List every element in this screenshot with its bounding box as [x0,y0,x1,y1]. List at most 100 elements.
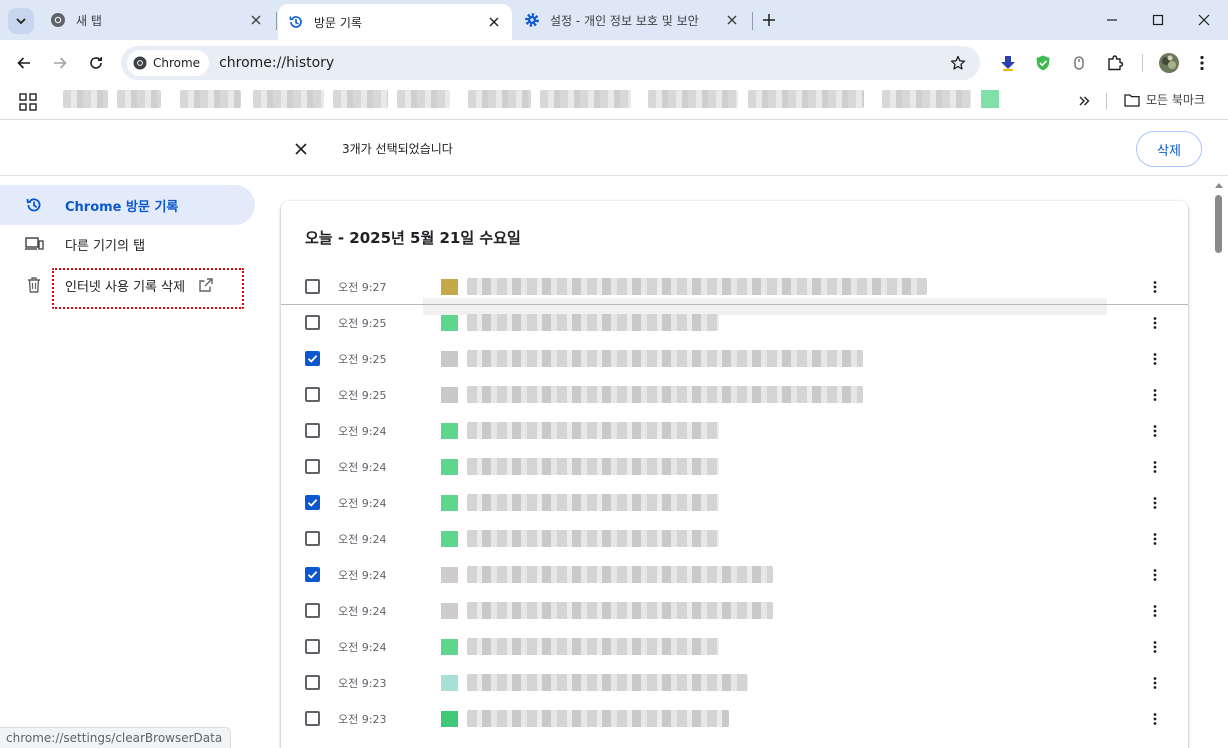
bookmark-item[interactable] [397,90,450,108]
row-checkbox[interactable] [305,531,320,546]
row-checkbox[interactable] [305,603,320,618]
history-row[interactable]: 오전 9:25 [281,341,1188,377]
history-row[interactable]: 오전 9:24 [281,557,1188,593]
row-menu-button[interactable] [1147,459,1163,475]
page-title-redacted[interactable] [467,710,729,727]
tab-search-button[interactable] [8,8,34,34]
site-info-chip[interactable]: Chrome [127,50,210,76]
apps-grid-icon[interactable] [18,92,38,112]
page-title-redacted[interactable] [467,566,773,583]
history-row[interactable]: 오전 9:24 [281,593,1188,629]
scrollbar-track[interactable] [1212,176,1226,748]
page-title-redacted[interactable] [467,458,719,475]
extension-shield-button[interactable] [1031,51,1055,75]
row-checkbox[interactable] [305,711,320,726]
row-checkbox[interactable] [305,387,320,402]
all-bookmarks-button[interactable]: 모든 북마크 [1124,91,1205,108]
bookmarks-overflow-button[interactable] [1075,92,1093,110]
maximize-button[interactable] [1144,6,1172,34]
tab-history[interactable]: 방문 기록 [278,4,512,40]
url-text[interactable]: chrome://history [219,55,334,71]
row-checkbox[interactable] [305,639,320,654]
bookmark-star-button[interactable] [948,53,968,73]
row-checkbox[interactable] [305,459,320,474]
page-title-redacted[interactable] [467,494,719,511]
tab-settings[interactable]: 설정 - 개인 정보 보호 및 보안 [514,4,750,36]
row-menu-button[interactable] [1147,639,1163,655]
close-icon[interactable] [724,12,740,28]
clear-selection-button[interactable] [290,138,312,160]
bookmark-item[interactable] [648,90,738,108]
page-title-redacted[interactable] [467,602,773,619]
bookmark-item[interactable] [63,90,108,108]
back-button[interactable] [10,49,38,77]
row-checkbox[interactable] [305,495,320,510]
bookmark-item[interactable] [468,90,531,108]
row-menu-button[interactable] [1147,315,1163,331]
minimize-button[interactable] [1098,6,1126,34]
history-row[interactable]: 오전 9:23 [281,701,1188,737]
page-title-redacted[interactable] [467,350,863,367]
profile-avatar[interactable] [1157,51,1181,75]
bookmark-item[interactable] [333,90,388,108]
extensions-button[interactable] [1103,51,1127,75]
history-row[interactable]: 오전 9:24 [281,449,1188,485]
new-tab-button[interactable] [758,9,780,31]
history-row[interactable]: 오전 9:24 [281,629,1188,665]
row-menu-button[interactable] [1147,531,1163,547]
scroll-up-button[interactable] [1213,179,1225,191]
delete-button[interactable]: 삭제 [1136,131,1202,167]
page-title-redacted[interactable] [467,278,927,295]
scrollbar-thumb[interactable] [1215,195,1222,253]
history-row[interactable]: 오전 9:24 [281,521,1188,557]
omnibox[interactable]: Chrome chrome://history [121,46,980,80]
sidebar-item-history[interactable]: Chrome 방문 기록 [0,185,255,225]
row-checkbox[interactable] [305,567,320,582]
close-icon [1198,14,1210,26]
page-title-redacted[interactable] [467,314,719,331]
row-checkbox[interactable] [305,351,320,366]
extension-mouse-button[interactable] [1067,51,1091,75]
bookmark-item[interactable] [748,90,864,108]
tab-new-tab[interactable]: 새 탭 [40,4,274,36]
history-row[interactable]: 오전 9:27 [281,269,1188,305]
bookmark-item[interactable] [882,90,971,108]
page-title-redacted[interactable] [467,674,748,691]
bookmark-favicon[interactable] [981,90,999,108]
history-row[interactable]: 오전 9:24 [281,413,1188,449]
row-menu-button[interactable] [1147,675,1163,691]
forward-button[interactable] [46,49,74,77]
row-checkbox[interactable] [305,423,320,438]
row-menu-button[interactable] [1147,711,1163,727]
row-menu-button[interactable] [1147,351,1163,367]
close-icon[interactable] [486,14,502,30]
row-menu-button[interactable] [1147,495,1163,511]
page-title-redacted[interactable] [467,530,719,547]
menu-button[interactable] [1190,51,1214,75]
page-title-redacted[interactable] [467,638,719,655]
row-menu-button[interactable] [1147,603,1163,619]
sidebar-item-other-devices[interactable]: 다른 기기의 탭 [0,224,255,264]
row-menu-button[interactable] [1147,423,1163,439]
row-checkbox[interactable] [305,315,320,330]
row-menu-button[interactable] [1147,567,1163,583]
bookmark-item[interactable] [117,90,161,108]
row-menu-button[interactable] [1147,279,1163,295]
close-icon[interactable] [248,12,264,28]
close-window-button[interactable] [1190,6,1218,34]
row-time: 오전 9:24 [338,425,387,438]
row-checkbox[interactable] [305,279,320,294]
page-title-redacted[interactable] [467,386,863,403]
bookmark-item[interactable] [180,90,241,108]
page-title-redacted[interactable] [467,422,719,439]
row-checkbox[interactable] [305,675,320,690]
row-menu-button[interactable] [1147,387,1163,403]
bookmark-item[interactable] [253,90,324,108]
history-row[interactable]: 오전 9:23 [281,665,1188,701]
history-row[interactable]: 오전 9:24 [281,485,1188,521]
history-row[interactable]: 오전 9:25 [281,305,1188,341]
reload-button[interactable] [82,49,110,77]
extension-download-button[interactable] [996,51,1020,75]
history-row[interactable]: 오전 9:25 [281,377,1188,413]
bookmark-item[interactable] [540,90,631,108]
